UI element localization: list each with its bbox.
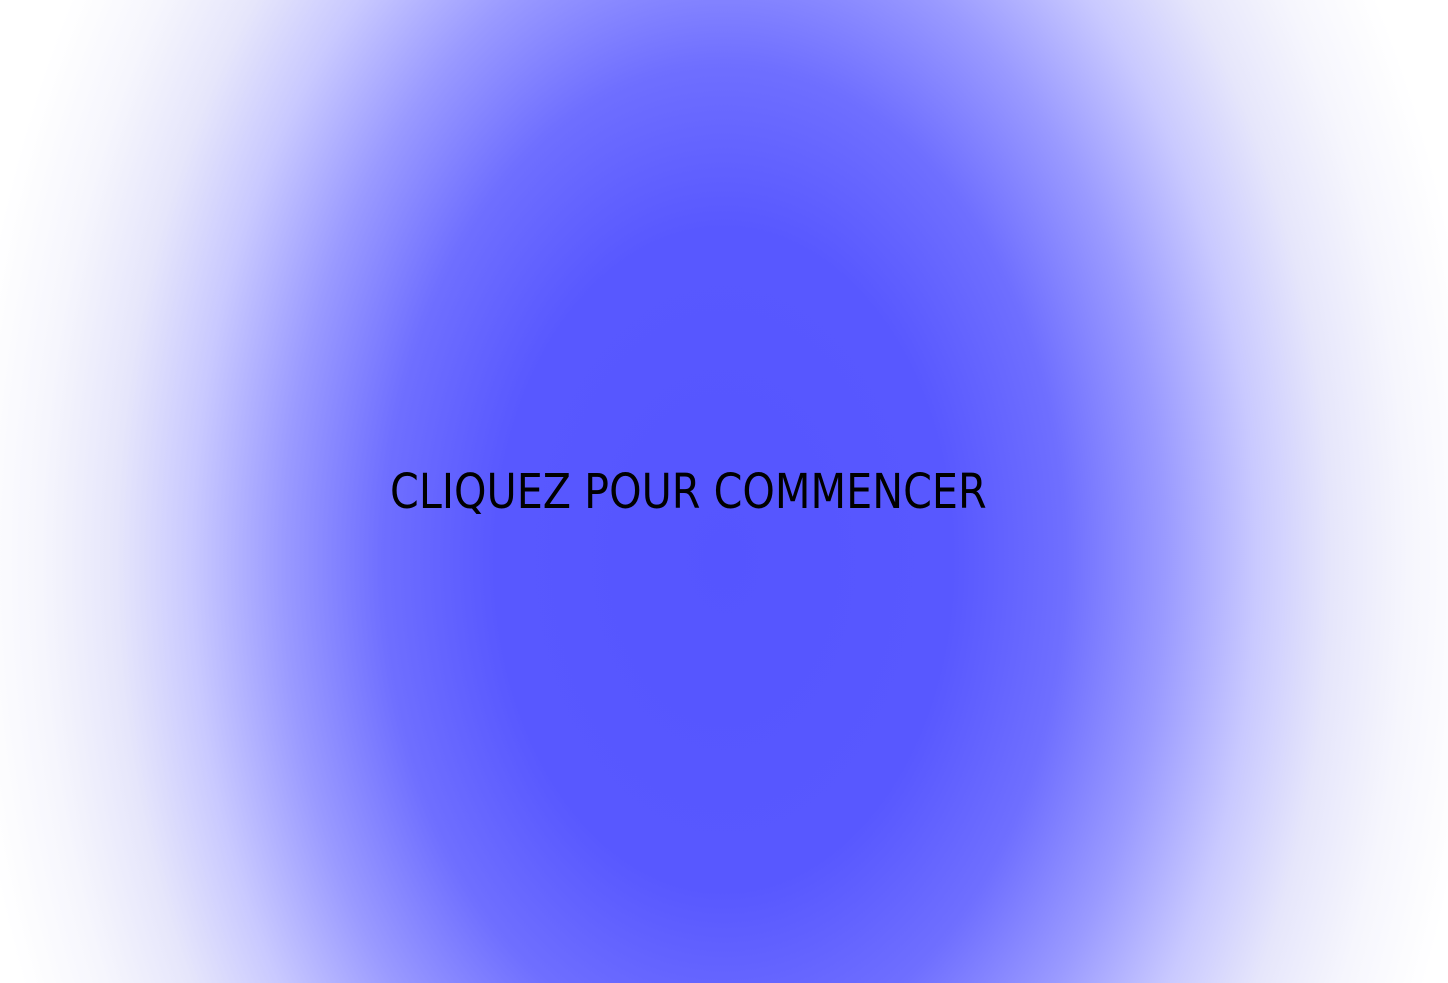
click-to-start-prompt[interactable]: CLIQUEZ POUR COMMENCER [390, 462, 987, 522]
start-screen[interactable]: CLIQUEZ POUR COMMENCER [0, 0, 1448, 983]
